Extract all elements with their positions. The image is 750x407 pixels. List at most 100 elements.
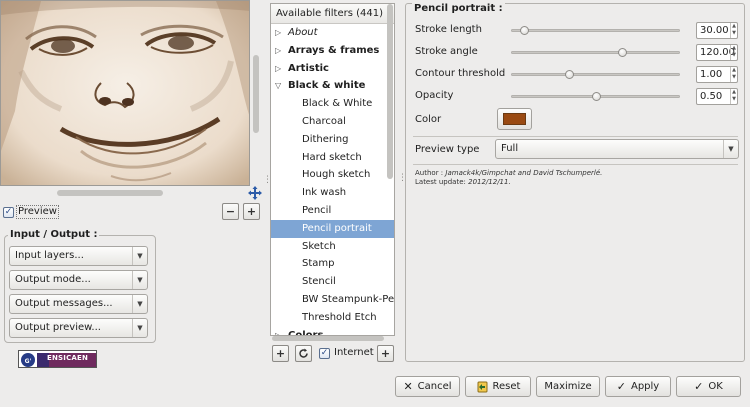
ensicaen-text: ENSICAEN [47, 354, 89, 362]
contour-threshold-slider[interactable] [511, 70, 680, 79]
preview-type-combo[interactable]: Full ▼ [495, 139, 739, 159]
filter-item[interactable]: Sketch [271, 238, 394, 256]
collapsed-arrow-icon[interactable]: ▷ [275, 42, 281, 60]
apply-button[interactable]: ✓ Apply [605, 376, 671, 397]
filter-item[interactable]: Black & White [271, 95, 394, 113]
filter-category[interactable]: ▽ Black & white [271, 77, 394, 95]
splitter-handle[interactable]: ⋮ [263, 176, 272, 190]
spin-arrows-icon[interactable]: ▲ ▼ [730, 45, 737, 60]
filter-item[interactable]: Pencil portrait [271, 219, 394, 238]
output-messages-combo[interactable]: Output messages... ▼ [9, 294, 148, 314]
cancel-icon: ✕ [403, 380, 413, 393]
filter-item[interactable]: BW Steampunk-Pen [271, 291, 394, 309]
internet-update-button[interactable]: + [377, 345, 394, 362]
spin-arrows-icon[interactable]: ▲ ▼ [730, 89, 737, 104]
stroke-angle-slider[interactable] [511, 48, 680, 57]
filter-item[interactable]: Ink wash [271, 184, 394, 202]
filter-label: Stamp [302, 258, 335, 270]
filter-label: Hough sketch [302, 169, 371, 181]
reset-icon [477, 381, 488, 392]
move-icon[interactable] [248, 186, 262, 200]
output-preview-combo[interactable]: Output preview... ▼ [9, 318, 148, 338]
svg-text:G': G' [25, 358, 32, 365]
cancel-label: Cancel [417, 381, 452, 392]
expanded-arrow-icon[interactable]: ▽ [275, 77, 281, 95]
filter-item[interactable]: Stencil [271, 273, 394, 291]
update-prefix: Latest update: [415, 178, 469, 186]
color-swatch [503, 113, 526, 125]
filter-item[interactable]: Dithering [271, 131, 394, 149]
filter-label: Black & White [302, 98, 373, 110]
filter-tree-horizontal-scrollbar[interactable] [272, 336, 384, 341]
collapsed-arrow-icon[interactable]: ▷ [275, 327, 281, 335]
maximize-button[interactable]: Maximize [536, 376, 600, 397]
chevron-down-icon: ▼ [132, 295, 147, 313]
filter-item[interactable]: Pencil [271, 202, 394, 220]
filter-tree-vertical-scrollbar[interactable] [387, 4, 393, 179]
collapsed-arrow-icon[interactable]: ▷ [275, 24, 281, 42]
filter-label: Hard sketch [302, 151, 362, 163]
filter-category[interactable]: ▷ Artistic [271, 60, 394, 78]
opacity-slider-handle[interactable] [592, 92, 601, 101]
preview-checkbox[interactable]: ✓ [3, 207, 14, 218]
stroke-length-label: Stroke length [415, 24, 482, 35]
stroke-length-spinbox[interactable]: 30.00 ▲ ▼ [696, 22, 738, 39]
cancel-button[interactable]: ✕ Cancel [395, 376, 460, 397]
filter-item[interactable]: Hough sketch [271, 166, 394, 184]
preview-vertical-scrollbar[interactable] [253, 55, 259, 133]
stroke-angle-slider-handle[interactable] [617, 48, 627, 57]
spin-arrows-icon[interactable]: ▲ ▼ [730, 67, 737, 82]
input-layers-combo[interactable]: Input layers... ▼ [9, 246, 148, 266]
internet-label[interactable]: Internet [334, 347, 374, 358]
preview-image[interactable] [0, 0, 250, 186]
filter-tree[interactable]: Available filters (441) : ▷ About ▷ Arrays … [270, 3, 395, 336]
chevron-down-icon: ▼ [132, 271, 147, 289]
filter-item[interactable]: Stamp [271, 255, 394, 273]
refresh-button[interactable] [295, 345, 312, 362]
refresh-icon [299, 348, 308, 358]
splitter-handle[interactable]: ⋮ [398, 174, 407, 188]
filter-item[interactable]: Charcoal [271, 113, 394, 131]
spin-arrows-icon[interactable]: ▲ ▼ [730, 23, 737, 38]
output-mode-combo[interactable]: Output mode... ▼ [9, 270, 148, 290]
filter-label: Artistic [288, 62, 329, 74]
ok-button[interactable]: ✓ OK [676, 376, 741, 397]
contour-threshold-slider-handle[interactable] [564, 70, 574, 79]
filter-label: Sketch [302, 240, 336, 252]
update-date: 2012/12/11. [468, 178, 511, 186]
opacity-label: Opacity [415, 90, 454, 101]
stroke-angle-spinbox[interactable]: 120.00 ▲ ▼ [696, 44, 738, 61]
input-output-title: Input / Output : [8, 229, 100, 240]
add-fave-button[interactable]: + [272, 345, 289, 362]
filter-category[interactable]: ▷ Colors [271, 327, 394, 335]
filter-label: Dithering [302, 133, 349, 145]
filter-label: Pencil portrait [302, 222, 372, 234]
pencil-portrait-preview [1, 1, 249, 185]
color-button[interactable] [497, 108, 532, 130]
internet-checkbox[interactable]: ✓ [319, 348, 330, 359]
collapsed-arrow-icon[interactable]: ▷ [275, 60, 281, 78]
color-label: Color [415, 114, 442, 125]
filter-item[interactable]: Threshold Etch [271, 309, 394, 327]
filter-tree-rows: ▷ About ▷ Arrays & frames ▷ Artistic ▽ Black & … [271, 24, 394, 335]
filter-item[interactable]: Hard sketch [271, 149, 394, 167]
preview-checkbox-label[interactable]: Preview [16, 205, 59, 219]
gref-ensicaen-logo[interactable]: G' ENSICAEN [18, 350, 97, 368]
author-info: Author : Jamack4k/Gimpchat and David Tsc… [415, 169, 602, 187]
stroke-angle-label: Stroke angle [415, 46, 478, 57]
contour-threshold-label: Contour threshold [415, 68, 506, 79]
opacity-spinbox[interactable]: 0.50 ▲ ▼ [696, 88, 738, 105]
stroke-length-slider-handle[interactable] [520, 26, 529, 35]
opacity-slider[interactable] [511, 92, 680, 101]
contour-threshold-spinbox[interactable]: 1.00 ▲ ▼ [696, 66, 738, 83]
stroke-length-slider[interactable] [511, 26, 680, 35]
reset-label: Reset [492, 381, 521, 392]
separator [413, 164, 738, 165]
reset-button[interactable]: Reset [465, 376, 531, 397]
zoom-out-button[interactable]: − [222, 203, 239, 220]
filter-category[interactable]: ▷ About [271, 24, 394, 42]
filter-category[interactable]: ▷ Arrays & frames [271, 42, 394, 60]
preview-horizontal-scrollbar[interactable] [57, 190, 163, 196]
apply-label: Apply [630, 381, 660, 392]
zoom-in-button[interactable]: + [243, 203, 260, 220]
